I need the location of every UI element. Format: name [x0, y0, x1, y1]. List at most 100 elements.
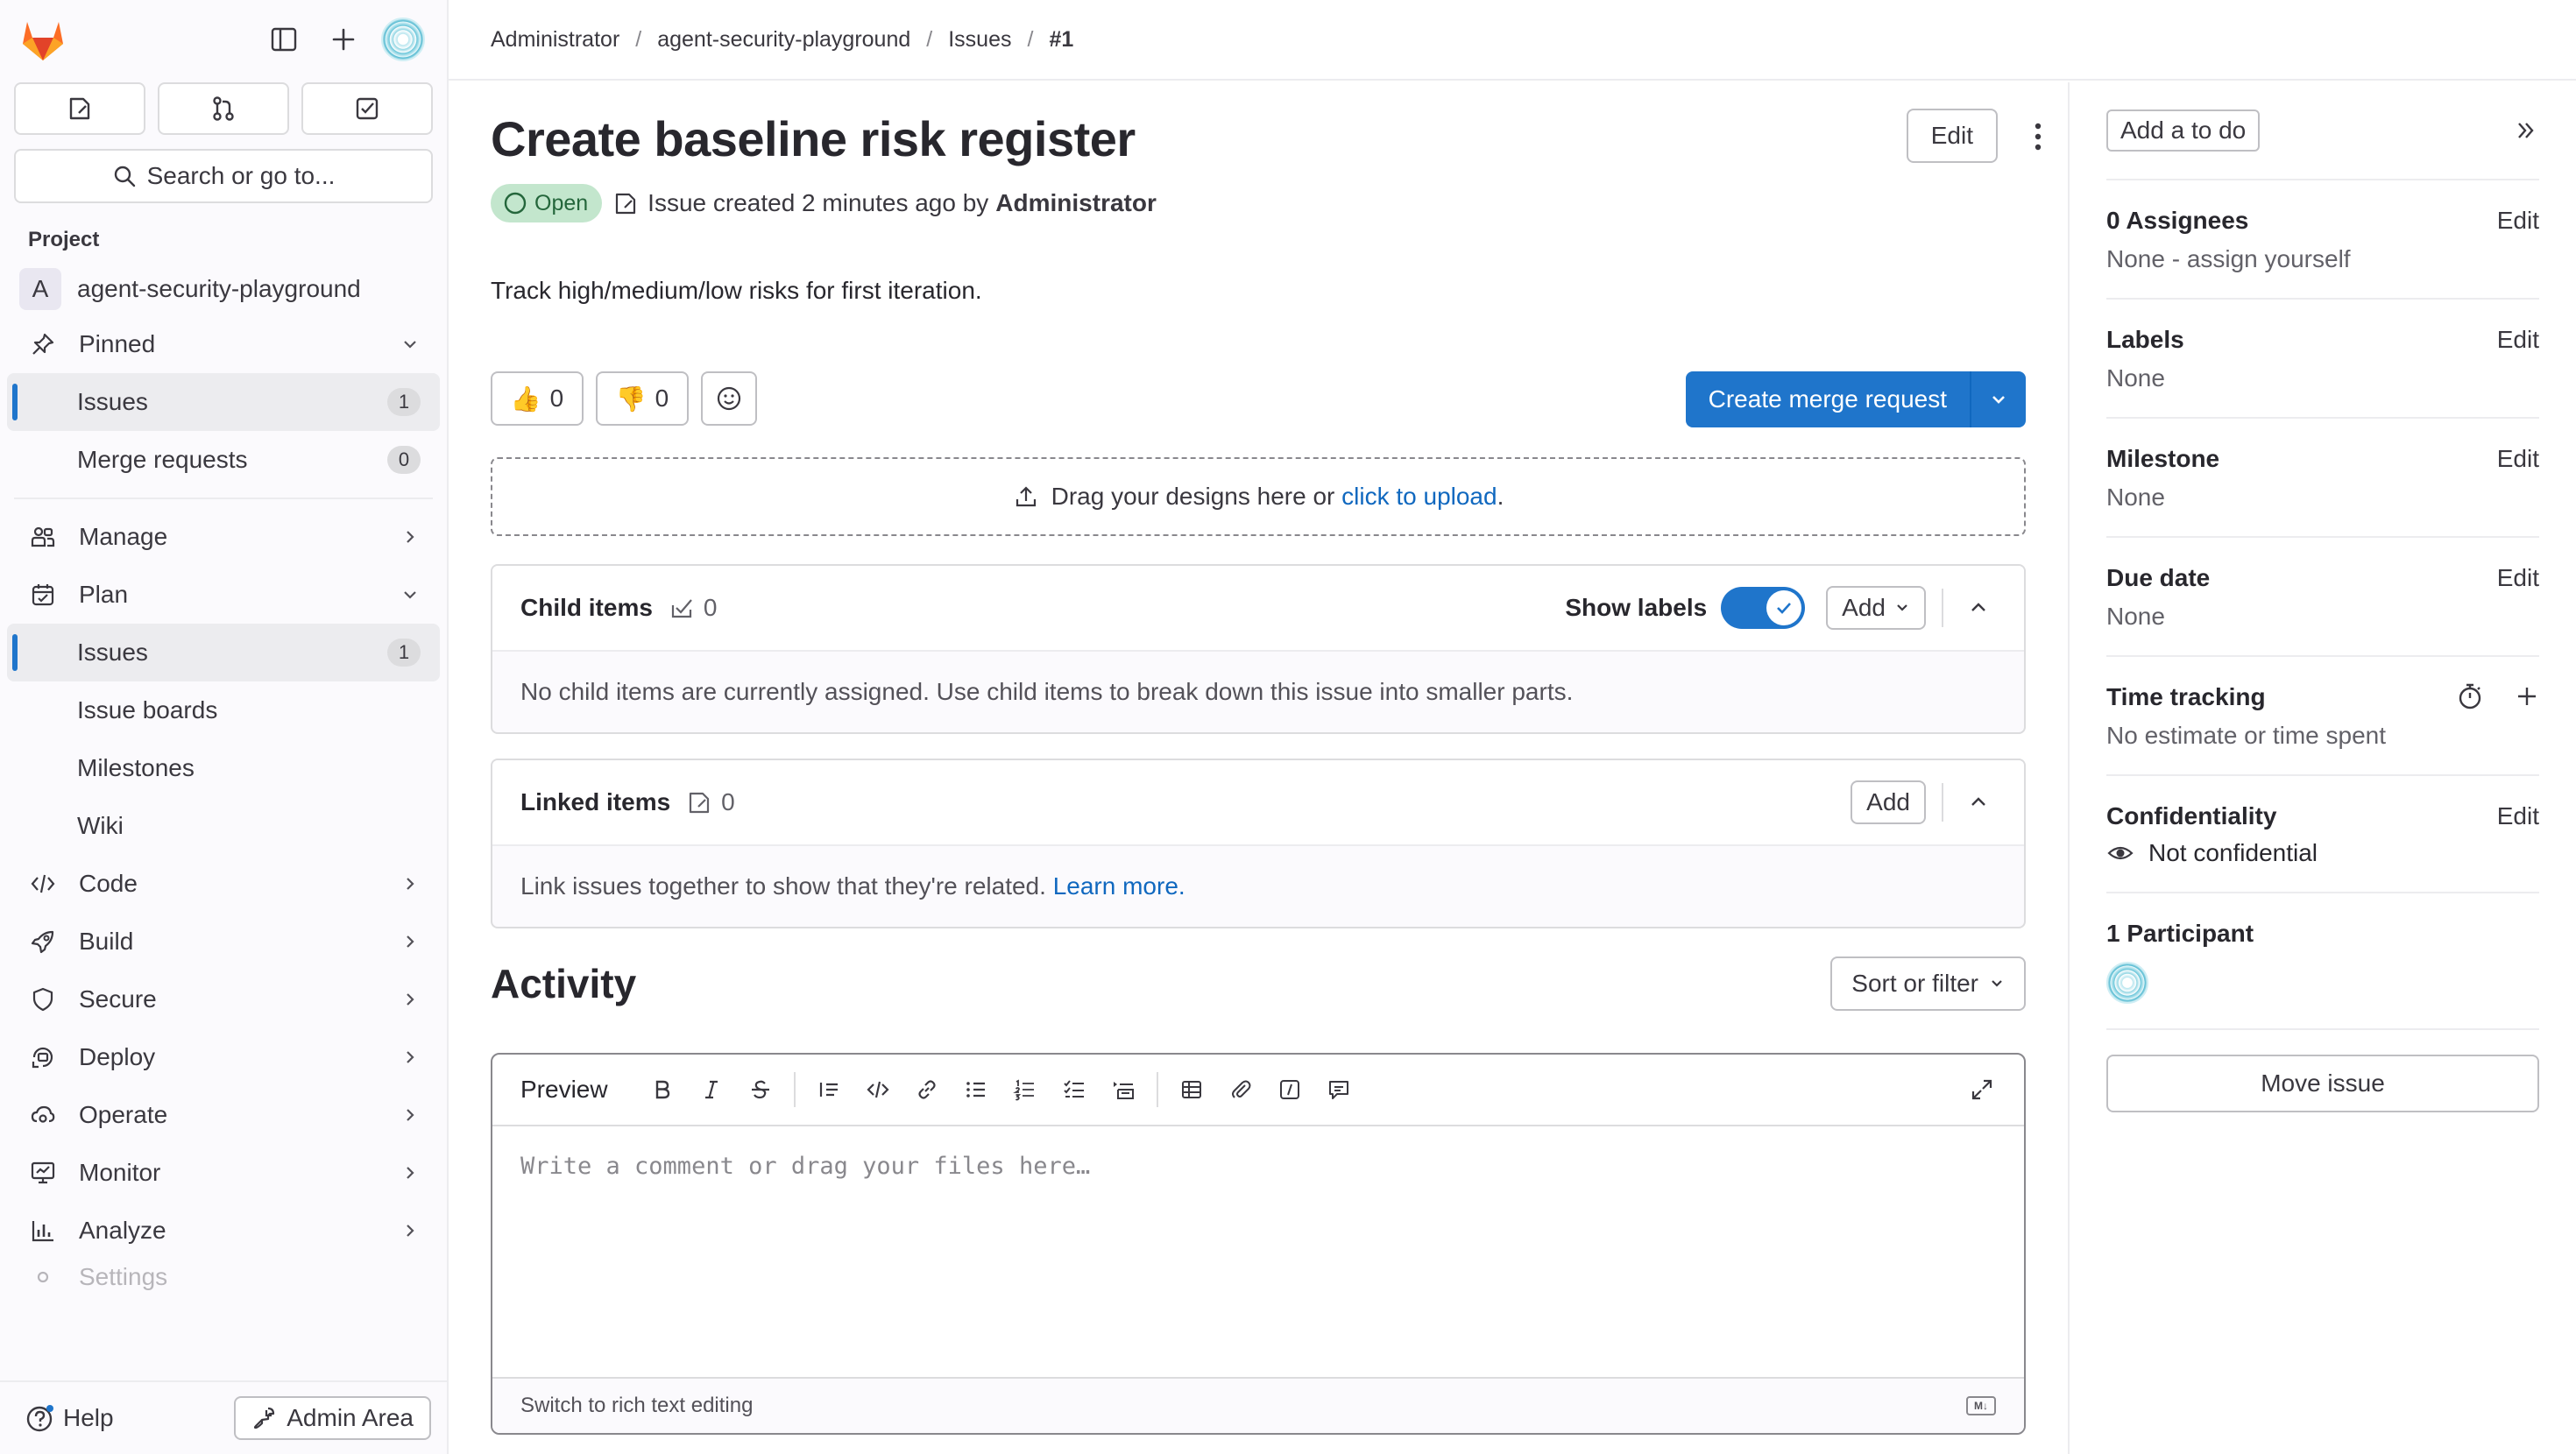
- thumbs-down-button[interactable]: 👎 0: [596, 371, 689, 426]
- status-label: Open: [534, 190, 589, 215]
- sidebar-section-label: Project: [28, 228, 100, 251]
- linked-items-card: Linked items 0 Add Link issues together …: [491, 759, 2026, 928]
- sidebar-item-deploy[interactable]: Deploy: [7, 1028, 440, 1086]
- show-labels-toggle[interactable]: [1721, 587, 1806, 629]
- bold-button[interactable]: [638, 1065, 687, 1114]
- merge-requests-button[interactable]: [158, 82, 289, 135]
- learn-more-link[interactable]: Learn more.: [1053, 872, 1185, 900]
- assigned-issues-button[interactable]: [14, 82, 145, 135]
- edit-due-date-button[interactable]: Edit: [2497, 564, 2539, 592]
- attach-file-button[interactable]: [1216, 1065, 1265, 1114]
- italic-button[interactable]: [687, 1065, 736, 1114]
- add-reaction-button[interactable]: [701, 371, 757, 426]
- collapse-child-items-button[interactable]: [1959, 589, 1998, 627]
- strikethrough-icon: [751, 1080, 769, 1099]
- upload-link[interactable]: click to upload: [1341, 483, 1497, 510]
- move-issue-button[interactable]: Move issue: [2106, 1055, 2539, 1112]
- breadcrumb-item-current[interactable]: #1: [1049, 27, 1073, 53]
- kebab-menu-icon: [2035, 123, 2042, 151]
- sidebar-item-secure[interactable]: Secure: [7, 971, 440, 1028]
- sidebar-item-wiki[interactable]: Wiki: [7, 797, 440, 855]
- eye-icon: [2107, 846, 2134, 860]
- stopwatch-icon[interactable]: [2455, 681, 2485, 711]
- quick-actions-button[interactable]: [1265, 1065, 1314, 1114]
- admin-area-button[interactable]: Admin Area: [234, 1396, 431, 1440]
- labels-value: None: [2106, 364, 2165, 392]
- comment-textarea[interactable]: Write a comment or drag your files here…: [492, 1126, 2024, 1377]
- create-new-button[interactable]: [319, 15, 368, 64]
- todo-row: Add a to do: [2106, 82, 2539, 180]
- breadcrumb-item[interactable]: Issues: [948, 27, 1011, 53]
- more-actions-button[interactable]: [2020, 114, 2056, 159]
- strikethrough-button[interactable]: [736, 1065, 785, 1114]
- numbered-list-button[interactable]: [1001, 1065, 1050, 1114]
- thumbs-up-button[interactable]: 👍 0: [491, 371, 584, 426]
- bullet-list-button[interactable]: [952, 1065, 1001, 1114]
- sidebar-item-plan-issues[interactable]: Issues 1: [7, 624, 440, 681]
- chevron-right-icon: [407, 935, 414, 948]
- code-button[interactable]: [853, 1065, 902, 1114]
- comment-template-button[interactable]: [1314, 1065, 1363, 1114]
- task-list-button[interactable]: [1050, 1065, 1099, 1114]
- search-button[interactable]: Search or go to...: [14, 149, 433, 203]
- linked-items-header: Linked items 0 Add: [492, 760, 2024, 846]
- preview-tab[interactable]: Preview: [520, 1076, 608, 1104]
- collapse-sidebar-icon[interactable]: [2513, 117, 2539, 144]
- breadcrumb-item[interactable]: agent-security-playground: [657, 27, 910, 53]
- switch-rich-text-button[interactable]: Switch to rich text editing: [520, 1394, 753, 1418]
- fullscreen-button[interactable]: [1957, 1065, 2006, 1114]
- create-merge-request-split-button: Create merge request: [1685, 371, 2026, 427]
- edit-labels-button[interactable]: Edit: [2497, 326, 2539, 354]
- sort-filter-dropdown[interactable]: Sort or filter: [1830, 956, 2026, 1011]
- add-todo-button[interactable]: Add a to do: [2106, 109, 2261, 152]
- participant-avatar[interactable]: [2106, 962, 2148, 1004]
- issue-author-link[interactable]: Administrator: [995, 189, 1157, 217]
- sidebar-item-milestones[interactable]: Milestones: [7, 739, 440, 797]
- add-child-item-button[interactable]: Add: [1826, 586, 1926, 630]
- collapsible-section-button[interactable]: [1099, 1065, 1148, 1114]
- edit-confidentiality-button[interactable]: Edit: [2497, 802, 2539, 830]
- quote-button[interactable]: [804, 1065, 853, 1114]
- sidebar-item-code[interactable]: Code: [7, 855, 440, 913]
- sidebar-item-label: Monitor: [79, 1159, 161, 1186]
- sidebar-item-settings[interactable]: Settings: [7, 1260, 440, 1295]
- collapse-linked-items-button[interactable]: [1959, 783, 1998, 822]
- sidebar-item-label: Issues: [77, 639, 148, 666]
- sidebar-item-pinned-issues[interactable]: Issues 1: [7, 373, 440, 431]
- thumbs-up-icon: 👍: [510, 385, 541, 413]
- confidentiality-value: Not confidential: [2148, 839, 2318, 866]
- left-sidebar: Search or go to... Project A agent-secur…: [0, 0, 449, 1454]
- link-button[interactable]: [902, 1065, 952, 1114]
- create-merge-request-dropdown-toggle[interactable]: [1971, 371, 2026, 427]
- assignees-value[interactable]: None - assign yourself: [2106, 245, 2539, 273]
- task-done-icon: [671, 599, 692, 618]
- edit-assignees-button[interactable]: Edit: [2497, 207, 2539, 235]
- sidebar-item-issue-boards[interactable]: Issue boards: [7, 681, 440, 739]
- gitlab-logo-icon[interactable]: [19, 17, 67, 62]
- sidebar-item-pinned[interactable]: Pinned: [7, 315, 440, 373]
- sidebar-item-manage[interactable]: Manage: [7, 508, 440, 566]
- sidebar-item-monitor[interactable]: Monitor: [7, 1144, 440, 1202]
- sidebar-item-build[interactable]: Build: [7, 913, 440, 971]
- add-linked-item-button[interactable]: Add: [1851, 780, 1926, 824]
- edit-milestone-button[interactable]: Edit: [2497, 445, 2539, 473]
- table-button[interactable]: [1167, 1065, 1216, 1114]
- user-menu-button[interactable]: [379, 15, 428, 64]
- plus-icon[interactable]: [2515, 684, 2539, 709]
- create-merge-request-button[interactable]: Create merge request: [1685, 371, 1971, 427]
- sidebar-item-plan[interactable]: Plan: [7, 566, 440, 624]
- issues-icon: [69, 97, 90, 120]
- sidebar-item-operate[interactable]: Operate: [7, 1086, 440, 1144]
- help-button[interactable]: Help: [16, 1402, 216, 1434]
- breadcrumb-item[interactable]: Administrator: [491, 27, 619, 53]
- sidebar-item-label: Settings: [79, 1263, 168, 1290]
- sidebar-item-label: Merge requests: [77, 446, 248, 473]
- toggle-sidebar-button[interactable]: [259, 15, 308, 64]
- sidebar-item-pinned-merge-requests[interactable]: Merge requests 0: [7, 431, 440, 489]
- sidebar-item-analyze[interactable]: Analyze: [7, 1202, 440, 1260]
- design-upload-dropzone[interactable]: Drag your designs here or click to uploa…: [491, 457, 2026, 536]
- edit-issue-button[interactable]: Edit: [1906, 109, 1998, 163]
- sidebar-project-link[interactable]: A agent-security-playground: [0, 252, 447, 310]
- todo-list-button[interactable]: [301, 82, 433, 135]
- project-avatar: A: [19, 268, 61, 310]
